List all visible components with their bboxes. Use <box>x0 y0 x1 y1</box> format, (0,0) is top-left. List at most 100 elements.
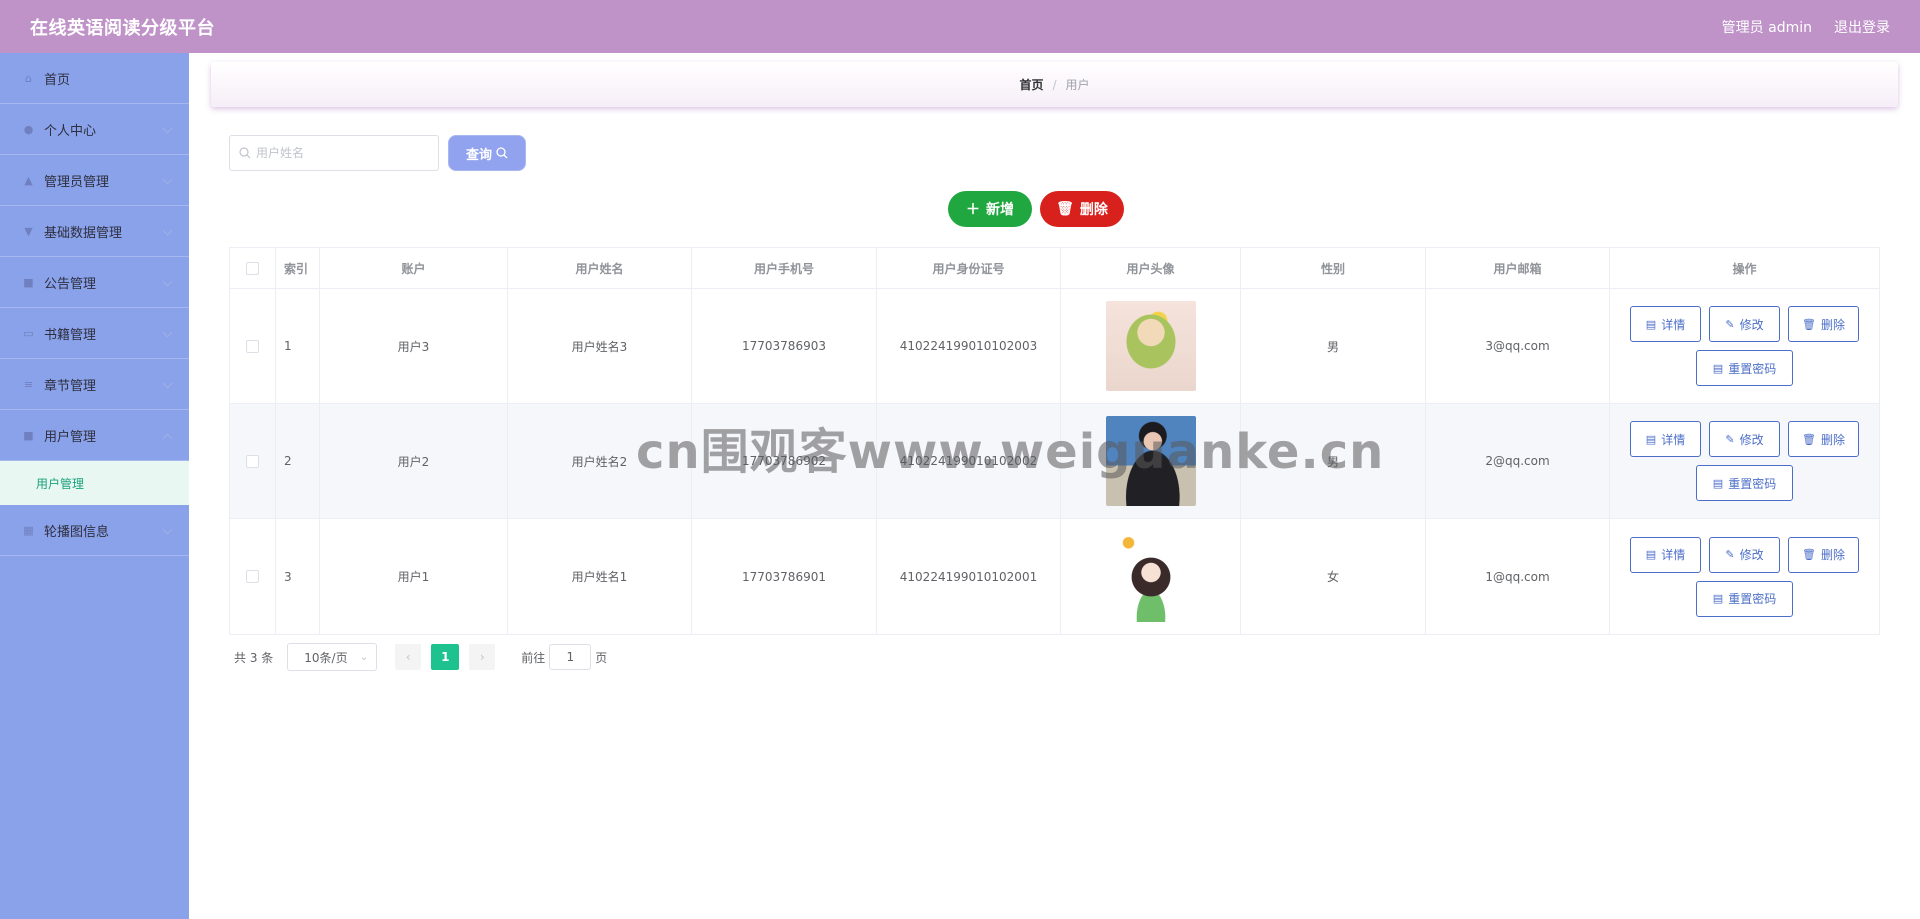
breadcrumb-home[interactable]: 首页 <box>1019 76 1043 93</box>
admin-user-label[interactable]: 管理员 admin <box>1722 17 1812 37</box>
sidebar-item-label: 用户管理 <box>44 429 97 445</box>
plus-icon: ＋ <box>966 202 980 218</box>
detail-button-label: 详情 <box>1661 317 1686 332</box>
edit-button[interactable]: ✎ 修改 <box>1709 536 1780 573</box>
select-all-cell <box>230 248 276 288</box>
goto-prefix: 前往 <box>521 650 546 665</box>
row-checkbox[interactable] <box>246 570 259 583</box>
delete-button[interactable]: 🗑 删除 <box>1788 306 1859 342</box>
next-page-button[interactable]: › <box>469 644 496 670</box>
sidebar-item-label: 个人中心 <box>44 123 97 139</box>
delete-button-label: 删除 <box>1820 317 1845 332</box>
sidebar-item-carousel[interactable]: ▦ 轮播图信息 <box>0 505 189 556</box>
sidebar-item-label: 首页 <box>44 72 71 88</box>
reset-password-button[interactable]: ▤ 重置密码 <box>1696 580 1793 617</box>
sidebar-item-books[interactable]: ▭ 书籍管理 <box>0 308 189 359</box>
name-cell: 用户姓名1 <box>508 519 692 634</box>
delete-button[interactable]: 🗑 删除 <box>1788 536 1859 573</box>
avatar[interactable] <box>1105 531 1196 622</box>
edit-button[interactable]: ✎ 修改 <box>1709 421 1780 457</box>
logout-link[interactable]: 退出登录 <box>1834 17 1890 37</box>
batch-delete-button[interactable]: 🗑 删除 <box>1040 191 1124 227</box>
book-icon: ▭ <box>23 326 34 340</box>
sidebar-subitem-user-management[interactable]: 用户管理 <box>0 461 189 505</box>
column-header: 账户 <box>320 248 508 288</box>
breadcrumb-current: 用户 <box>1065 78 1090 92</box>
sidebar-item-admin-management[interactable]: ▲ 管理员管理 <box>0 155 189 206</box>
operations-cell: ▤ 详情 ✎ 修改 🗑 删除 ▤ 重置密码 <box>1610 404 1879 518</box>
delete-button-label: 删除 <box>1079 202 1108 218</box>
reset-password-label: 重置密码 <box>1728 361 1777 376</box>
page-number-current[interactable]: 1 <box>431 644 460 670</box>
column-header: 用户头像 <box>1061 248 1241 288</box>
table-row: 2 用户2 用户姓名2 17703786902 4102241990101020… <box>230 404 1879 519</box>
search-input[interactable] <box>256 146 426 160</box>
search-icon <box>239 147 251 159</box>
row-checkbox[interactable] <box>246 339 259 353</box>
avatar[interactable] <box>1105 416 1196 506</box>
gender-cell: 男 <box>1241 289 1426 403</box>
column-header: 用户身份证号 <box>877 248 1061 288</box>
reset-password-button[interactable]: ▤ 重置密码 <box>1696 465 1793 501</box>
row-checkbox-cell <box>230 289 276 403</box>
sidebar-item-label: 轮播图信息 <box>44 524 110 540</box>
sidebar-item-home[interactable]: ⌂ 首页 <box>0 53 189 104</box>
document-icon: ▤ <box>1712 361 1724 375</box>
clipboard-icon: ■ <box>23 428 34 442</box>
edit-button-label: 修改 <box>1739 317 1764 332</box>
select-all-checkbox[interactable] <box>246 261 259 275</box>
sidebar-item-user-management[interactable]: ■ 用户管理 <box>0 410 189 461</box>
prev-page-button[interactable]: ‹ <box>395 644 422 670</box>
sidebar-item-label: 基础数据管理 <box>44 225 123 241</box>
edit-button-label: 修改 <box>1739 548 1764 562</box>
account-cell: 用户1 <box>320 519 508 634</box>
query-button[interactable]: 查询 <box>448 135 526 171</box>
sidebar-item-label: 章节管理 <box>44 378 97 394</box>
page-size-select[interactable]: 10条/页 ⌄ <box>287 643 378 671</box>
goto-page: 前往 页 <box>521 644 607 670</box>
avatar[interactable] <box>1105 301 1196 391</box>
gender-cell: 女 <box>1241 519 1426 634</box>
edit-button[interactable]: ✎ 修改 <box>1709 306 1780 342</box>
sidebar-item-personal-center[interactable]: ● 个人中心 <box>0 104 189 155</box>
gender-cell: 男 <box>1241 404 1426 518</box>
chevron-down-icon <box>162 524 173 535</box>
add-button-label: 新增 <box>986 202 1014 218</box>
trash-icon: 🗑 <box>1056 201 1074 217</box>
add-button[interactable]: ＋ 新增 <box>948 191 1032 227</box>
sidebar-item-chapters[interactable]: ≡ 章节管理 <box>0 359 189 410</box>
goto-page-input[interactable] <box>549 644 592 670</box>
chevron-up-icon <box>162 433 173 444</box>
delete-button-label: 删除 <box>1820 548 1845 562</box>
id-card-cell: 410224199010102003 <box>877 289 1061 403</box>
document-icon: ▤ <box>1645 317 1657 331</box>
column-header: 用户邮箱 <box>1426 248 1610 288</box>
notice-icon: ■ <box>23 275 34 289</box>
chevron-down-icon: ⌄ <box>359 651 369 663</box>
detail-button[interactable]: ▤ 详情 <box>1630 421 1701 457</box>
name-cell: 用户姓名2 <box>508 404 692 518</box>
index-cell: 2 <box>276 404 320 518</box>
home-icon: ⌂ <box>25 71 32 85</box>
reset-password-button[interactable]: ▤ 重置密码 <box>1696 350 1793 386</box>
detail-button[interactable]: ▤ 详情 <box>1630 536 1701 573</box>
table-row: 3 用户1 用户姓名1 17703786901 4102241990101020… <box>230 519 1879 634</box>
detail-button[interactable]: ▤ 详情 <box>1630 306 1701 342</box>
breadcrumb-separator: / <box>1052 77 1057 92</box>
sidebar-item-notice[interactable]: ■ 公告管理 <box>0 257 189 308</box>
app-title: 在线英语阅读分级平台 <box>30 17 215 39</box>
image-icon: ▦ <box>23 523 34 537</box>
row-checkbox[interactable] <box>246 454 259 468</box>
email-cell: 1@qq.com <box>1426 519 1610 634</box>
account-cell: 用户3 <box>320 289 508 403</box>
delete-button[interactable]: 🗑 删除 <box>1788 421 1859 457</box>
detail-button-label: 详情 <box>1661 548 1686 562</box>
data-icon: ▼ <box>24 224 33 238</box>
operations-cell: ▤ 详情 ✎ 修改 🗑 删除 ▤ 重置密码 <box>1610 519 1879 634</box>
query-button-label: 查询 <box>465 147 492 163</box>
chevron-left-icon: ‹ <box>405 650 411 664</box>
row-checkbox-cell <box>230 404 276 518</box>
sidebar-item-basic-data[interactable]: ▼ 基础数据管理 <box>0 206 189 257</box>
user-icon: ● <box>23 122 34 136</box>
list-icon: ≡ <box>23 377 34 391</box>
